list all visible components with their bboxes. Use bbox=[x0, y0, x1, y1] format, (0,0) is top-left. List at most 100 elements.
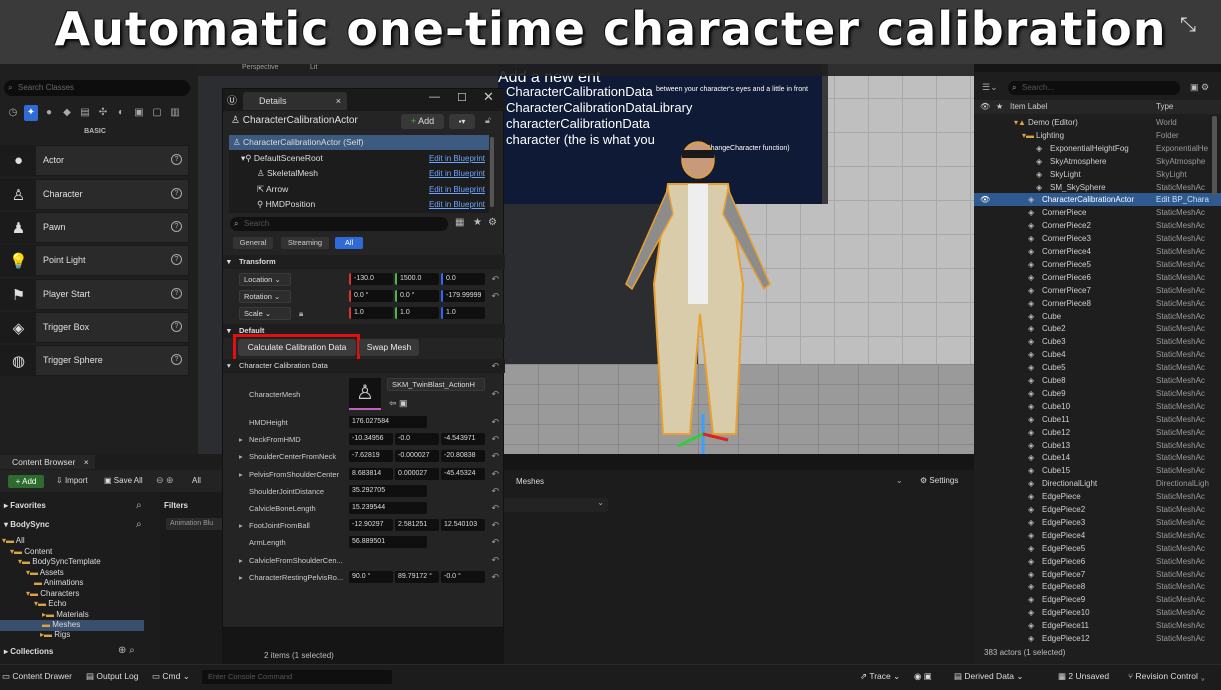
outliner-row[interactable]: ◈ SkyLight SkyLight bbox=[974, 168, 1221, 181]
chevron-right-icon[interactable]: ▸ bbox=[239, 569, 243, 586]
outliner-row[interactable]: ◈ Cube14 StaticMeshAc bbox=[974, 451, 1221, 464]
maximize-icon[interactable]: ☐ bbox=[457, 91, 467, 104]
outliner-row[interactable]: ◈ CornerPiece4 StaticMeshAc bbox=[974, 245, 1221, 258]
rotation-y-field[interactable]: 0.0 ° bbox=[395, 290, 439, 302]
chevron-right-icon[interactable]: ▸ bbox=[239, 448, 243, 465]
reset-icon[interactable]: ↶ bbox=[491, 448, 499, 465]
outliner-row[interactable]: ◈ EdgePiece11 StaticMeshAc bbox=[974, 619, 1221, 632]
asset-search-dropdown[interactable]: ⌄ bbox=[504, 498, 608, 512]
outliner-row[interactable]: ◈ CornerPiece StaticMeshAc bbox=[974, 206, 1221, 219]
item-label-header[interactable]: Item Label bbox=[1010, 100, 1047, 114]
volumes-icon[interactable]: ✣ bbox=[96, 105, 110, 121]
reset-icon[interactable]: ↶ bbox=[491, 386, 499, 403]
outliner-row[interactable]: ◈ EdgePiece5 StaticMeshAc bbox=[974, 542, 1221, 555]
lit-button[interactable]: Lit bbox=[310, 64, 317, 71]
basic-category-icon[interactable]: ✦ bbox=[24, 105, 38, 121]
outliner-row[interactable]: ◈ Cube2 StaticMeshAc bbox=[974, 322, 1221, 335]
search-icon[interactable]: ⌕ bbox=[136, 500, 142, 511]
history-back-icon[interactable]: ⊖ ⊕ bbox=[156, 475, 174, 486]
search-classes-input[interactable]: ⌕ Search Classes bbox=[4, 80, 190, 96]
swap-mesh-button[interactable]: Swap Mesh bbox=[359, 339, 419, 356]
place-actor-item[interactable]: ● Actor? bbox=[0, 145, 189, 176]
property-value-field[interactable]: 2.581251 bbox=[395, 519, 439, 532]
location-x-field[interactable]: -130.0 bbox=[349, 273, 393, 285]
derived-data-button[interactable]: ▤ Derived Data ⌄ bbox=[954, 671, 1024, 682]
reset-icon[interactable]: ↶ bbox=[491, 517, 499, 534]
type-header[interactable]: Type bbox=[1156, 100, 1173, 114]
chevron-right-icon[interactable]: ▸ bbox=[239, 431, 243, 448]
outliner-row[interactable]: ◈ CornerPiece5 StaticMeshAc bbox=[974, 258, 1221, 271]
reset-icon[interactable]: ↶ bbox=[491, 359, 499, 373]
revision-control-button[interactable]: ⑂ Revision Control ⌄ bbox=[1128, 671, 1205, 681]
outliner-row[interactable]: ◈ Cube11 StaticMeshAc bbox=[974, 413, 1221, 426]
help-icon[interactable]: ? bbox=[171, 254, 182, 265]
outliner-row[interactable]: ◈ Cube10 StaticMeshAc bbox=[974, 400, 1221, 413]
reset-icon[interactable]: ↶ bbox=[491, 483, 499, 500]
reset-icon[interactable]: ↶ bbox=[491, 552, 499, 569]
trace-dropdown[interactable]: ⇗ Trace ⌄ bbox=[860, 671, 900, 682]
outliner-row[interactable]: ◈ Cube StaticMeshAc bbox=[974, 310, 1221, 323]
cinematics-icon[interactable]: ◐ bbox=[114, 105, 128, 121]
perspective-button[interactable]: Perspective bbox=[242, 64, 279, 71]
scale-x-field[interactable]: 1.0 bbox=[349, 307, 393, 319]
component-row[interactable]: ⇱ Arrow Edit in Blueprint bbox=[229, 182, 489, 197]
outliner-row[interactable]: ◈ SkyAtmosphere SkyAtmosphe bbox=[974, 155, 1221, 168]
scrollbar[interactable] bbox=[490, 137, 494, 207]
folder-row[interactable]: ▸▬ Rigs bbox=[0, 630, 150, 641]
blueprint-options-button[interactable]: ▪▾ bbox=[449, 114, 475, 129]
close-icon[interactable]: ✕ bbox=[483, 89, 494, 105]
rotation-dropdown[interactable]: Rotation ⌄ bbox=[239, 290, 291, 303]
save-all-button[interactable]: ▣ Save All bbox=[104, 476, 143, 485]
outliner-search-input[interactable]: ⌕ Search... bbox=[1008, 81, 1180, 95]
outliner-row[interactable]: ◈ CornerPiece6 StaticMeshAc bbox=[974, 271, 1221, 284]
outliner-row[interactable]: ◈ EdgePiece12 StaticMeshAc bbox=[974, 632, 1221, 645]
outliner-row[interactable]: ◈ EdgePiece10 StaticMeshAc bbox=[974, 606, 1221, 619]
output-log-button[interactable]: ▤ Output Log bbox=[86, 671, 138, 682]
details-search-input[interactable]: ⌕ Search bbox=[230, 217, 448, 231]
content-browser-tab[interactable]: Content Browser × bbox=[0, 455, 95, 469]
close-icon[interactable]: × bbox=[84, 457, 89, 467]
lights-icon[interactable]: ● bbox=[42, 105, 56, 121]
import-button[interactable]: ⇩ Import bbox=[56, 476, 88, 485]
help-icon[interactable]: ? bbox=[171, 354, 182, 365]
filter-icon[interactable]: ☰⌄ bbox=[982, 82, 998, 93]
character-mesh-dropdown[interactable]: SKM_TwinBlast_ActionH bbox=[387, 378, 485, 391]
scale-z-field[interactable]: 1.0 bbox=[441, 307, 485, 319]
calculate-calibration-data-button[interactable]: Calculate Calibration Data bbox=[238, 339, 356, 356]
add-button[interactable]: + Add bbox=[8, 475, 44, 488]
folder-row[interactable]: ▾▬ Characters bbox=[0, 589, 150, 600]
outliner-row[interactable]: ◈ EdgePiece8 StaticMeshAc bbox=[974, 580, 1221, 593]
outliner-row[interactable]: ◈ EdgePiece6 StaticMeshAc bbox=[974, 555, 1221, 568]
property-value-field[interactable]: -0.000027 bbox=[395, 450, 439, 463]
console-input[interactable]: Enter Console Command bbox=[202, 670, 392, 684]
outliner-row[interactable]: ▾▬ Lighting Folder bbox=[974, 129, 1221, 142]
property-value-field[interactable]: 0.000027 bbox=[395, 467, 439, 480]
reset-icon[interactable]: ↶ bbox=[491, 431, 499, 448]
property-value-field[interactable]: 176.027584 bbox=[349, 416, 427, 428]
property-value-field[interactable]: -20.80838 bbox=[441, 450, 485, 463]
outliner-row[interactable]: ◈ Cube9 StaticMeshAc bbox=[974, 387, 1221, 400]
property-value-field[interactable]: -12.90297 bbox=[349, 519, 393, 532]
help-icon[interactable]: ? bbox=[171, 321, 182, 332]
filter-chip[interactable]: Animation Blu bbox=[166, 518, 222, 530]
path-meshes[interactable]: Meshes bbox=[516, 477, 544, 486]
help-icon[interactable]: ? bbox=[171, 188, 182, 199]
lock-icon[interactable]: 🔒︎ bbox=[299, 305, 303, 322]
chevron-down-icon[interactable]: ⌄ bbox=[896, 476, 903, 485]
property-value-field[interactable]: -45.45324 bbox=[441, 467, 485, 480]
property-value-field[interactable]: 8.683814 bbox=[349, 467, 393, 480]
geometry-icon[interactable]: ▣ bbox=[132, 105, 146, 121]
component-row[interactable]: ♙ CharacterCalibrationActor (Self) bbox=[229, 135, 489, 150]
lock-icon[interactable]: 🔓︎ bbox=[485, 115, 491, 126]
outliner-row[interactable]: ◈ DirectionalLight DirectionalLigh bbox=[974, 477, 1221, 490]
property-value-field[interactable]: 15.239544 bbox=[349, 502, 427, 514]
reset-icon[interactable]: ↶ bbox=[491, 288, 499, 305]
outliner-row[interactable]: 👁︎ ◈ CharacterCalibrationActor Edit BP_Char… bbox=[974, 193, 1221, 207]
scrollbar[interactable] bbox=[1212, 116, 1217, 196]
property-value-field[interactable]: 12.540103 bbox=[441, 519, 485, 532]
outliner-row[interactable]: ◈ CornerPiece8 StaticMeshAc bbox=[974, 297, 1221, 310]
outliner-row[interactable]: ◈ Cube12 StaticMeshAc bbox=[974, 426, 1221, 439]
outliner-row[interactable]: ◈ Cube8 StaticMeshAc bbox=[974, 374, 1221, 387]
outliner-row[interactable]: ◈ EdgePiece3 StaticMeshAc bbox=[974, 516, 1221, 529]
folder-row[interactable]: ▸▬ Materials bbox=[0, 610, 150, 621]
